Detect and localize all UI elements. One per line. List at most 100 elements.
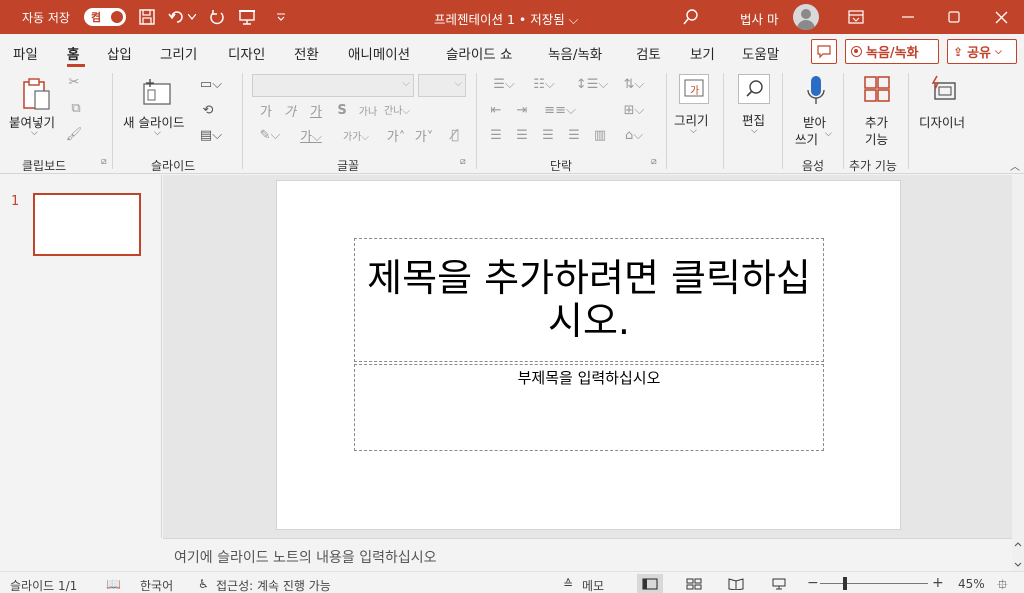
notes-scrollbar[interactable] bbox=[1012, 538, 1024, 571]
numbering-icon[interactable]: ☷⌵ bbox=[526, 76, 562, 92]
microphone-icon[interactable] bbox=[804, 74, 828, 108]
text-direction-icon[interactable]: ⇅⌵ bbox=[616, 76, 652, 92]
collapse-ribbon-icon[interactable]: ︿ bbox=[1010, 158, 1020, 173]
share-button[interactable]: ⇪ 공유 ⌵ bbox=[947, 39, 1017, 64]
accessibility-icon[interactable]: ♿ bbox=[198, 577, 209, 591]
normal-view-icon[interactable] bbox=[637, 574, 663, 593]
layout-icon[interactable]: ▭⌵ bbox=[198, 76, 224, 92]
zoom-level[interactable]: 45% bbox=[958, 577, 985, 591]
close-button[interactable] bbox=[978, 0, 1024, 34]
clear-formatting-icon[interactable]: 가̸ bbox=[444, 126, 466, 144]
slideshow-view-icon[interactable] bbox=[766, 574, 792, 593]
tab-record[interactable]: 녹음/녹화 bbox=[548, 43, 602, 63]
search-icon[interactable] bbox=[680, 6, 702, 28]
user-name[interactable]: 법사 마 bbox=[740, 9, 778, 28]
decrease-indent-icon[interactable]: ⇤ bbox=[486, 102, 506, 118]
slide-thumbnail[interactable] bbox=[33, 193, 141, 256]
tab-home[interactable]: 홈 bbox=[67, 43, 79, 63]
slide-sorter-icon[interactable] bbox=[681, 574, 707, 593]
vertical-scrollbar[interactable] bbox=[1012, 175, 1024, 538]
tab-design[interactable]: 디자인 bbox=[228, 43, 265, 63]
chevron-down-icon[interactable]: ⌵ bbox=[154, 128, 161, 138]
tab-animations[interactable]: 애니메이션 bbox=[348, 43, 410, 63]
reset-icon[interactable]: ⟲ bbox=[198, 102, 218, 118]
dialog-launcher-icon[interactable]: ⧄ bbox=[460, 157, 466, 167]
smartart-icon[interactable]: ⌂⌵ bbox=[616, 127, 652, 143]
redo-icon[interactable] bbox=[206, 6, 228, 28]
maximize-button[interactable] bbox=[931, 0, 977, 34]
spelling-icon[interactable]: 📖 bbox=[106, 577, 121, 591]
notes-icon[interactable]: ≙ bbox=[563, 577, 573, 591]
designer-icon[interactable] bbox=[928, 74, 960, 104]
character-spacing-icon[interactable]: 간나⌵ bbox=[384, 100, 410, 118]
increase-indent-icon[interactable]: ⇥ bbox=[512, 102, 532, 118]
zoom-in-icon[interactable]: + bbox=[932, 575, 944, 591]
record-button[interactable]: 녹음/녹화 bbox=[845, 39, 939, 64]
subtitle-placeholder[interactable]: 부제목을 입력하십시오 bbox=[354, 364, 824, 451]
change-case-icon[interactable]: 가가⌵ bbox=[336, 126, 376, 144]
tab-review[interactable]: 검토 bbox=[636, 43, 661, 63]
align-left-icon[interactable]: ☰ bbox=[486, 127, 506, 143]
distributed-icon[interactable]: ▥ bbox=[590, 127, 610, 143]
chevron-down-icon[interactable]: ⌵ bbox=[825, 129, 832, 139]
notes-pane[interactable]: 여기에 슬라이드 노트의 내용을 입력하십시오 bbox=[163, 538, 1012, 571]
zoom-slider-thumb[interactable] bbox=[843, 577, 847, 590]
tab-insert[interactable]: 삽입 bbox=[107, 43, 132, 63]
justify-icon[interactable]: ☰ bbox=[564, 127, 584, 143]
tab-help[interactable]: 도움말 bbox=[742, 43, 779, 63]
minimize-button[interactable] bbox=[885, 0, 931, 34]
language[interactable]: 한국어 bbox=[140, 577, 173, 593]
add-ins-icon[interactable] bbox=[862, 74, 892, 104]
tab-draw[interactable]: 그리기 bbox=[160, 43, 197, 63]
ribbon-display-options-icon[interactable] bbox=[833, 0, 879, 34]
align-text-icon[interactable]: ⊞⌵ bbox=[616, 102, 652, 118]
zoom-slider-track[interactable] bbox=[820, 583, 928, 584]
chevron-down-icon[interactable]: ⌵ bbox=[690, 126, 697, 136]
font-name-combo[interactable]: ⌵ bbox=[252, 74, 414, 97]
find-icon[interactable] bbox=[738, 74, 770, 104]
copy-icon[interactable]: ⧉ bbox=[66, 100, 86, 116]
align-center-icon[interactable]: ☰ bbox=[512, 127, 532, 143]
font-size-combo[interactable]: ⌵ bbox=[418, 74, 466, 97]
tab-file[interactable]: 파일 bbox=[13, 43, 38, 63]
new-slide-icon[interactable] bbox=[141, 76, 173, 108]
drawing-icon[interactable]: 가 bbox=[679, 74, 709, 104]
notes-toggle[interactable]: 메모 bbox=[582, 577, 604, 593]
designer-label[interactable]: 디자이너 bbox=[919, 112, 965, 131]
customize-toolbar-icon[interactable] bbox=[270, 6, 292, 28]
dictate-label-line2[interactable]: 쓰기 bbox=[795, 129, 818, 148]
strikethrough-icon[interactable]: 가나 bbox=[356, 102, 380, 118]
shadow-icon[interactable]: S bbox=[332, 102, 352, 118]
bold-icon[interactable]: 가 bbox=[256, 102, 276, 120]
chevron-down-icon[interactable]: ⌵ bbox=[751, 126, 758, 136]
decrease-font-icon[interactable]: 가˅ bbox=[412, 126, 436, 145]
increase-font-icon[interactable]: 가˄ bbox=[384, 126, 408, 145]
bullets-icon[interactable]: ☰⌵ bbox=[486, 76, 522, 92]
add-ins-label-line2[interactable]: 기능 bbox=[865, 129, 888, 148]
align-right-icon[interactable]: ☰ bbox=[538, 127, 558, 143]
columns-icon[interactable]: ≡≡⌵ bbox=[544, 102, 576, 118]
current-slide[interactable]: 제목을 추가하려면 클릭하십시오. 부제목을 입력하십시오 bbox=[276, 180, 901, 530]
reading-view-icon[interactable] bbox=[723, 574, 749, 593]
title-placeholder[interactable]: 제목을 추가하려면 클릭하십시오. bbox=[354, 238, 824, 362]
save-icon[interactable] bbox=[136, 6, 158, 28]
zoom-out-icon[interactable]: − bbox=[807, 575, 819, 591]
comments-button[interactable] bbox=[811, 39, 837, 64]
highlight-icon[interactable]: ✎⌵ bbox=[256, 126, 284, 144]
format-painter-icon[interactable]: 🖌 bbox=[66, 126, 83, 142]
autosave-toggle[interactable]: 켬 bbox=[84, 8, 126, 26]
tab-view[interactable]: 보기 bbox=[690, 43, 715, 63]
accessibility-status[interactable]: 접근성: 계속 진행 가능 bbox=[216, 577, 331, 593]
user-avatar[interactable] bbox=[793, 4, 819, 30]
undo-dropdown-icon[interactable] bbox=[186, 6, 198, 28]
line-spacing-icon[interactable]: ↕☰⌵ bbox=[574, 76, 610, 92]
underline-icon[interactable]: 가 bbox=[306, 102, 326, 120]
italic-icon[interactable]: 가 bbox=[280, 102, 300, 120]
tab-transitions[interactable]: 전환 bbox=[294, 43, 319, 63]
document-title[interactable]: 프레젠테이션 1 • 저장됨 ⌵ bbox=[434, 9, 578, 28]
dialog-launcher-icon[interactable]: ⧄ bbox=[101, 157, 107, 167]
paste-icon[interactable] bbox=[20, 76, 52, 112]
font-color-icon[interactable]: 가⌵ bbox=[296, 126, 326, 145]
tab-slideshow[interactable]: 슬라이드 쇼 bbox=[446, 43, 512, 63]
section-icon[interactable]: ▤⌵ bbox=[198, 127, 224, 143]
